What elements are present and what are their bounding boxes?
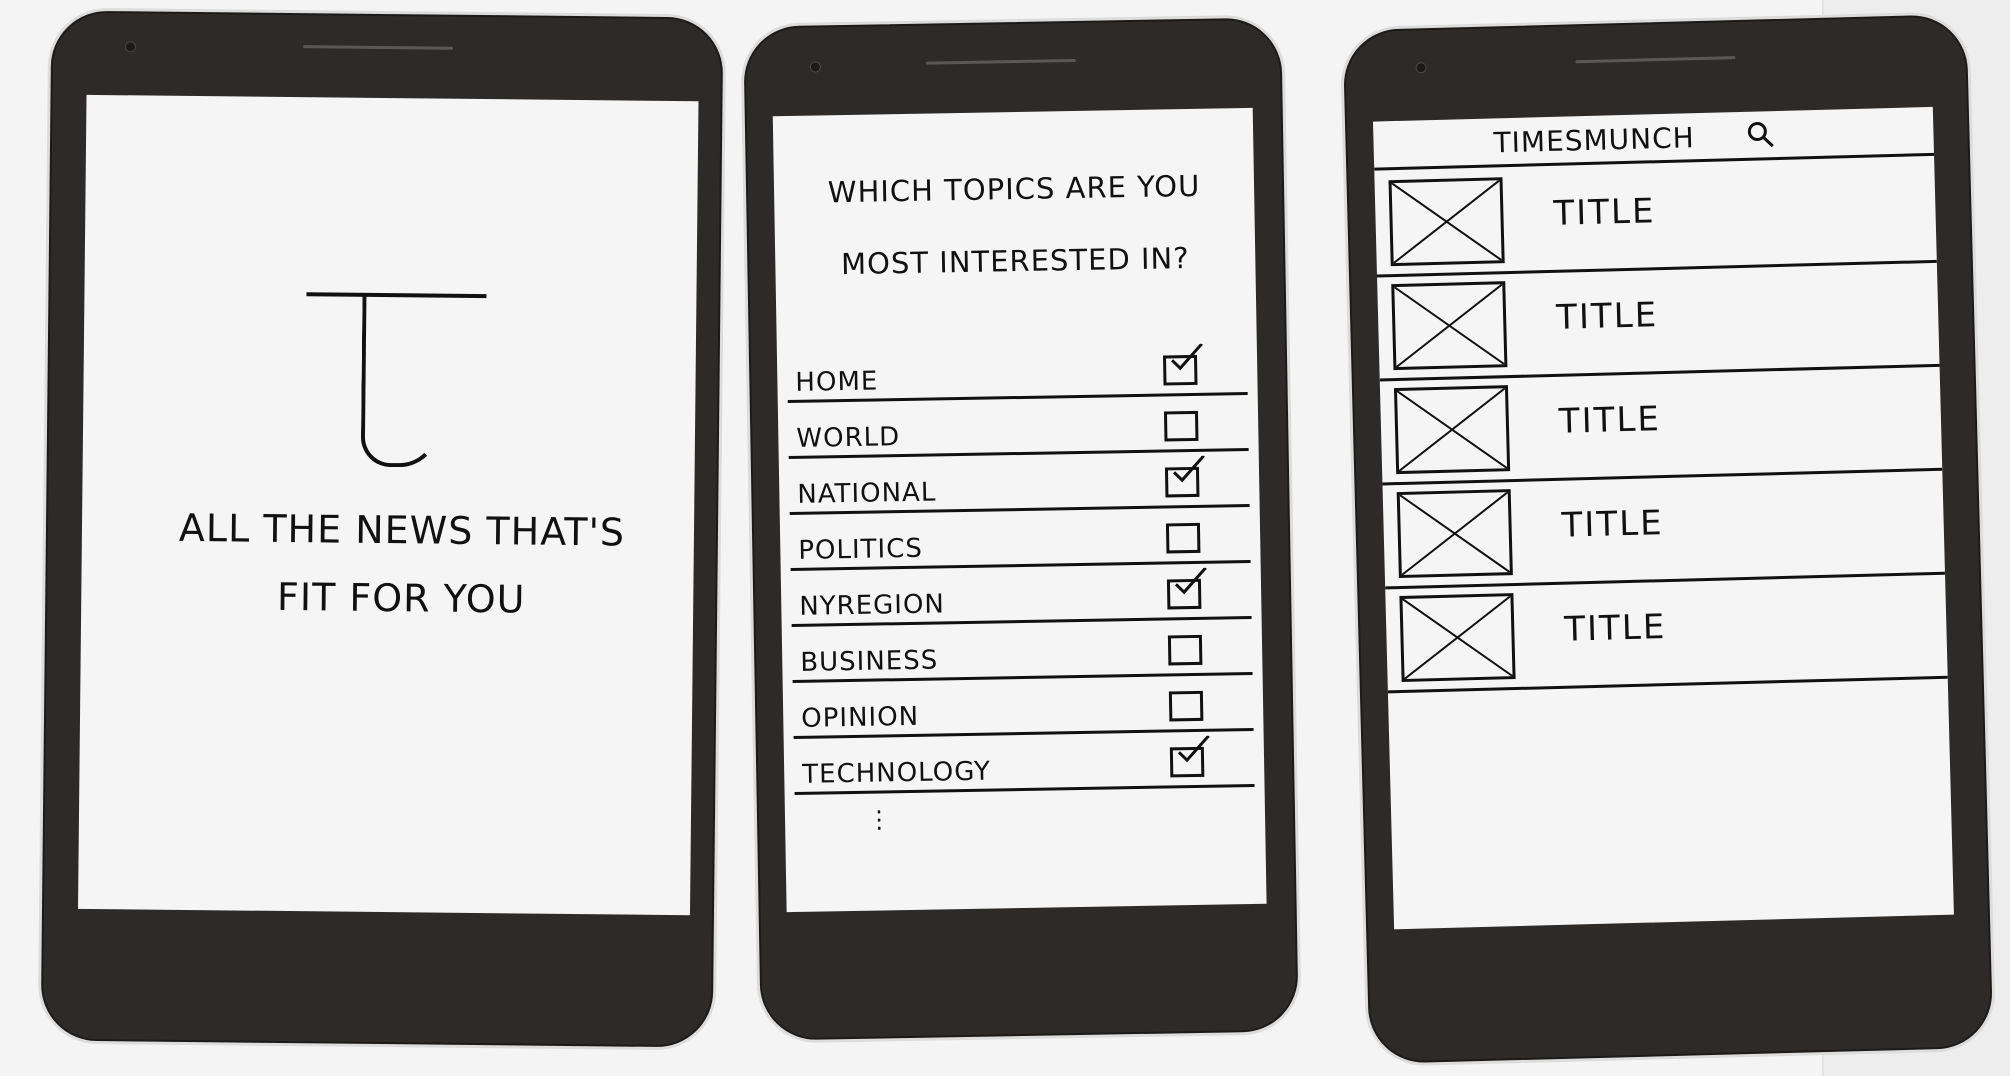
search-icon[interactable] bbox=[1745, 119, 1776, 150]
image-placeholder-icon bbox=[1396, 489, 1513, 579]
article-row[interactable]: Title bbox=[1385, 571, 1948, 694]
phone-splash: T All The News That's Fit For You bbox=[40, 10, 724, 1048]
checkmark-icon bbox=[1174, 567, 1207, 595]
topic-label: Politics bbox=[798, 533, 924, 566]
topic-checkbox[interactable] bbox=[1167, 634, 1203, 666]
topic-label: Home bbox=[795, 366, 879, 398]
topic-label: Business bbox=[800, 645, 939, 678]
topic-checkbox[interactable] bbox=[1165, 522, 1201, 554]
checkmark-icon bbox=[1172, 455, 1205, 483]
speaker-grille bbox=[1575, 56, 1736, 64]
question-line-2: Most Interested In? bbox=[840, 241, 1190, 282]
image-placeholder-icon bbox=[1399, 593, 1516, 683]
topic-label: NYRegion bbox=[799, 589, 946, 622]
article-row[interactable]: Title bbox=[1376, 259, 1940, 382]
topic-checkbox[interactable] bbox=[1163, 410, 1199, 442]
checkmark-icon bbox=[1177, 735, 1210, 763]
feed-screen: TimesMunch Title Title Title Title Title bbox=[1372, 106, 1954, 930]
topic-label: Opinion bbox=[801, 701, 920, 734]
topic-list: Home World National Politics NYRegion Busines… bbox=[773, 108, 1255, 795]
topic-label: World bbox=[796, 422, 901, 454]
app-title: TimesMunch bbox=[1493, 121, 1696, 160]
splash-screen: T All The News That's Fit For You bbox=[78, 94, 699, 916]
image-placeholder-icon bbox=[1393, 385, 1511, 475]
topic-row[interactable]: Technology bbox=[793, 727, 1255, 795]
article-title: Title bbox=[1555, 295, 1659, 338]
topic-label: Technology bbox=[801, 756, 992, 790]
phone-topics: Which Topics Are You Most Interested In?… bbox=[743, 17, 1299, 1041]
phone-feed: TimesMunch Title Title Title Title Title bbox=[1342, 14, 1994, 1064]
topics-screen: Which Topics Are You Most Interested In?… bbox=[772, 107, 1267, 913]
speaker-grille bbox=[303, 45, 454, 50]
camera-icon bbox=[124, 41, 137, 53]
topic-checkbox[interactable] bbox=[1162, 343, 1203, 386]
article-title: Title bbox=[1563, 607, 1667, 650]
app-logo: T bbox=[305, 292, 487, 468]
topic-checkbox[interactable] bbox=[1164, 455, 1205, 498]
topic-checkbox[interactable] bbox=[1168, 690, 1204, 722]
article-title: Title bbox=[1558, 399, 1662, 442]
topic-checkbox[interactable] bbox=[1169, 735, 1210, 778]
article-row[interactable]: Title bbox=[1379, 363, 1943, 486]
tagline-line-2: Fit For You bbox=[276, 574, 526, 622]
article-title: Title bbox=[1561, 503, 1665, 546]
camera-icon bbox=[1415, 62, 1427, 74]
image-placeholder-icon bbox=[1391, 281, 1508, 371]
topic-label: National bbox=[797, 477, 937, 510]
camera-icon bbox=[809, 61, 822, 73]
tagline-line-1: All The News That's bbox=[178, 505, 626, 555]
topic-checkbox[interactable] bbox=[1166, 567, 1207, 610]
article-row[interactable]: Title bbox=[1382, 467, 1946, 590]
image-placeholder-icon bbox=[1388, 177, 1505, 267]
article-row[interactable]: Title bbox=[1374, 155, 1937, 278]
more-indicator: ⋮ bbox=[866, 805, 892, 834]
article-title: Title bbox=[1552, 191, 1656, 234]
speaker-grille bbox=[925, 58, 1076, 65]
question-line-1: Which Topics Are You bbox=[827, 168, 1201, 210]
checkmark-icon bbox=[1171, 343, 1203, 371]
logo-stem bbox=[360, 294, 441, 468]
